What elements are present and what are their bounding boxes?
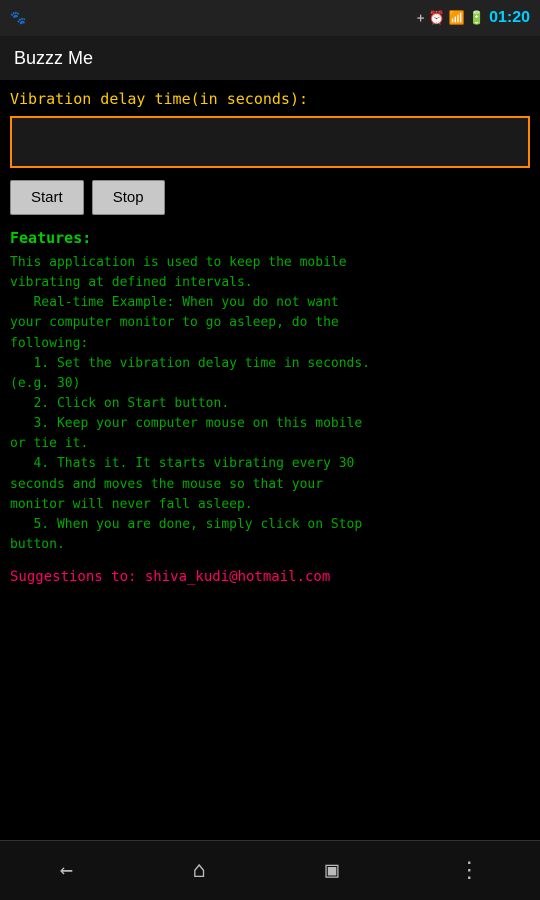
main-content: Vibration delay time(in seconds): Start …: [0, 80, 540, 840]
battery-icon: 🔋: [469, 11, 485, 26]
title-bar: Buzzz Me: [0, 36, 540, 80]
signal-icon: 📶: [449, 11, 465, 26]
app-title: Buzzz Me: [14, 48, 93, 69]
home-button[interactable]: ⌂: [193, 858, 206, 883]
vibration-label: Vibration delay time(in seconds):: [10, 90, 530, 108]
menu-button[interactable]: ⋮: [458, 858, 480, 883]
status-right: + ⏰ 📶 🔋 01:20: [417, 9, 530, 27]
suggestions-text: Suggestions to: shiva_kudi@hotmail.com: [10, 569, 530, 585]
features-text: This application is used to keep the mob…: [10, 253, 530, 555]
bluetooth-icon: +: [417, 11, 425, 26]
start-button[interactable]: Start: [10, 180, 84, 215]
button-row: Start Stop: [10, 180, 530, 215]
stop-button[interactable]: Stop: [92, 180, 165, 215]
nav-bar: ← ⌂ ▣ ⋮: [0, 840, 540, 900]
back-button[interactable]: ←: [60, 858, 73, 883]
delay-input[interactable]: [10, 116, 530, 168]
recents-button[interactable]: ▣: [325, 858, 338, 883]
status-left: 🐾: [10, 11, 26, 26]
alarm-icon: ⏰: [429, 11, 445, 26]
status-time: 01:20: [489, 9, 530, 27]
status-bar: 🐾 + ⏰ 📶 🔋 01:20: [0, 0, 540, 36]
features-title: Features:: [10, 229, 530, 247]
animal-icon: 🐾: [10, 11, 26, 26]
